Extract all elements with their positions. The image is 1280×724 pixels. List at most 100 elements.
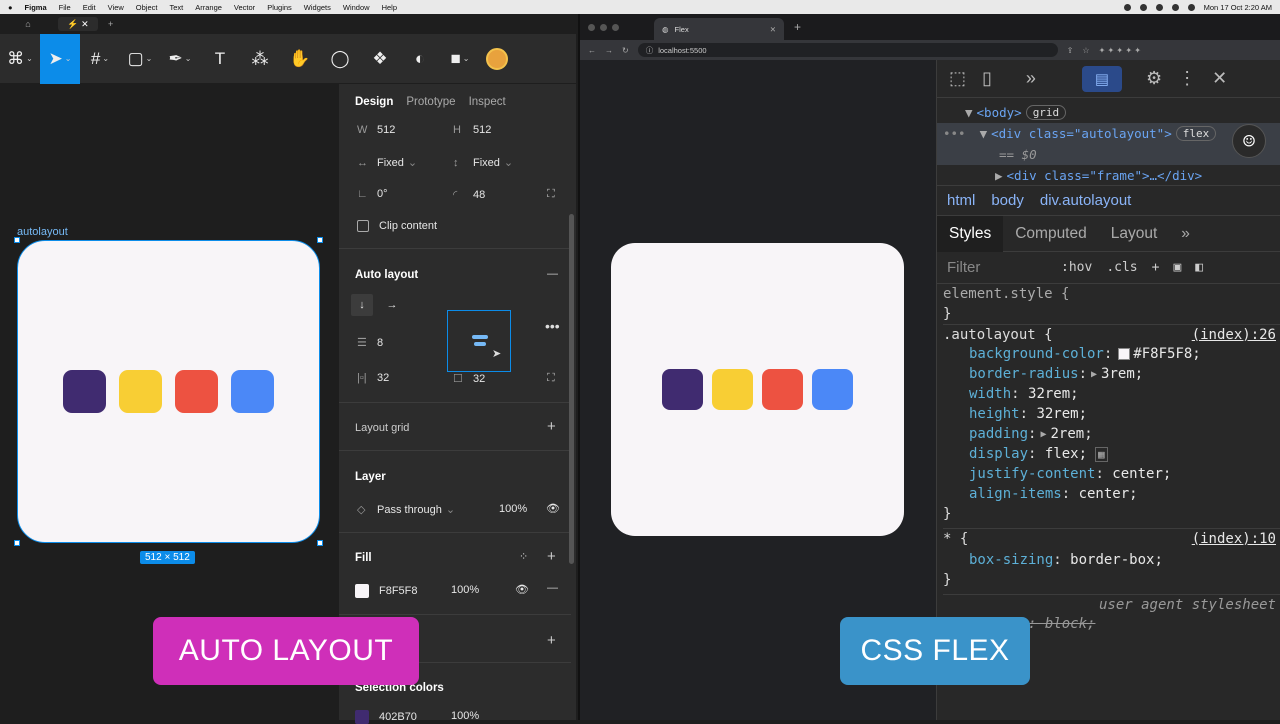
css-declaration[interactable]: align-items: center; — [943, 484, 1280, 504]
search-icon[interactable] — [1187, 3, 1195, 11]
expand-arrow-icon[interactable]: ▶ — [1040, 429, 1046, 440]
blue-square[interactable] — [231, 370, 274, 413]
zoom-window-icon[interactable] — [612, 23, 619, 31]
bluetooth-icon[interactable] — [1155, 3, 1163, 11]
radius-field[interactable]: 48 — [473, 189, 485, 201]
hov-toggle[interactable]: :hov — [1061, 260, 1092, 275]
expand-arrow-icon[interactable]: ▶ — [1091, 369, 1097, 380]
prop-name[interactable]: display — [943, 446, 1028, 462]
style-grid-icon[interactable]: ⁘ — [519, 550, 528, 563]
inspect-element-icon[interactable]: ⬚ — [949, 68, 966, 89]
close-devtools-icon[interactable]: ✕ — [1212, 68, 1227, 89]
clip-content-checkbox[interactable] — [357, 220, 369, 232]
kebab-menu-icon[interactable]: ⋮ — [1178, 68, 1196, 89]
menu-edit[interactable]: Edit — [83, 3, 96, 12]
css-declaration[interactable]: padding: ▶ 2rem; — [943, 424, 1280, 444]
prop-value[interactable]: 32rem; — [1036, 406, 1087, 422]
prop-value[interactable]: 2rem; — [1050, 426, 1092, 442]
resize-handle[interactable] — [317, 237, 323, 243]
extensions-icon[interactable]: ✦ ✦ ✦ ✦ ✦ — [1099, 46, 1141, 55]
prop-value[interactable]: center; — [1112, 466, 1171, 482]
body-node[interactable]: ▼ <body> grid — [937, 102, 1280, 123]
blend-mode-select[interactable]: Pass through — [377, 504, 442, 516]
resources-icon[interactable]: ⁂ — [240, 34, 280, 84]
tab-computed[interactable]: Computed — [1003, 216, 1099, 252]
remove-auto-layout-icon[interactable]: — — [547, 268, 558, 280]
prop-name[interactable]: align-items — [943, 486, 1062, 502]
frame-node[interactable]: ▶ <div class="frame">…</div> — [937, 165, 1280, 186]
apple-icon[interactable]: ● — [8, 3, 13, 12]
horizontal-padding-field[interactable]: 32 — [377, 372, 389, 384]
crumb-body[interactable]: body — [991, 192, 1024, 209]
prop-name[interactable]: box-sizing — [943, 552, 1053, 568]
menu-help[interactable]: Help — [382, 3, 397, 12]
menu-object[interactable]: Object — [136, 3, 158, 12]
chevron-down-icon[interactable]: ⌄ — [408, 156, 417, 169]
add-fill-icon[interactable]: + — [547, 548, 556, 565]
yellow-square[interactable] — [712, 369, 753, 410]
height-field[interactable]: 512 — [473, 124, 491, 136]
boolean-icon[interactable]: ■ ⌄ — [440, 34, 480, 84]
autolayout-selector[interactable]: .autolayout { — [943, 327, 1053, 343]
more-options-icon[interactable]: ••• — [545, 318, 560, 334]
reload-icon[interactable]: ↻ — [622, 46, 629, 55]
bookmark-star-icon[interactable]: ☆ — [1082, 46, 1089, 55]
individual-padding-icon[interactable]: ⛶ — [547, 372, 555, 385]
css-declaration[interactable]: background-color: #F8F5F8; — [943, 344, 1280, 364]
tab-layout[interactable]: Layout — [1099, 216, 1170, 252]
flex-badge[interactable]: flex — [1175, 126, 1217, 141]
pen-tool-icon[interactable]: ✒ ⌄ — [160, 34, 200, 84]
css-declaration[interactable]: border-radius: ▶ 3rem; — [943, 364, 1280, 384]
new-tab-icon[interactable]: + — [108, 19, 113, 29]
chevron-down-icon[interactable]: ⌄ — [446, 503, 455, 516]
text-tool-icon[interactable]: T — [200, 34, 240, 84]
menu-vector[interactable]: Vector — [234, 3, 255, 12]
blue-square[interactable] — [812, 369, 853, 410]
new-tab-icon[interactable]: + — [794, 20, 801, 34]
grid-badge[interactable]: grid — [1025, 105, 1067, 120]
universal-selector[interactable]: * { — [943, 531, 968, 547]
prop-name[interactable]: background-color — [943, 346, 1104, 362]
resize-handle[interactable] — [14, 237, 20, 243]
css-declaration[interactable]: width: 32rem; — [943, 384, 1280, 404]
menu-widgets[interactable]: Widgets — [304, 3, 331, 12]
tab-design[interactable]: Design — [355, 96, 393, 108]
menu-text[interactable]: Text — [169, 3, 183, 12]
add-stroke-icon[interactable]: + — [547, 632, 556, 649]
css-declaration[interactable]: height: 32rem; — [943, 404, 1280, 424]
purple-square[interactable] — [63, 370, 106, 413]
expand-arrow-icon[interactable]: ▼ — [980, 126, 988, 141]
new-rule-icon[interactable]: + — [1152, 260, 1160, 275]
components-icon[interactable]: ❖ — [360, 34, 400, 84]
menu-arrange[interactable]: Arrange — [195, 3, 222, 12]
css-declaration[interactable]: justify-content: center; — [943, 464, 1280, 484]
prop-name[interactable]: width — [943, 386, 1011, 402]
flexbox-editor-icon[interactable]: ▦ — [1095, 446, 1108, 462]
browser-tab[interactable]: ◍ Flex ✕ — [654, 18, 784, 40]
wifi-icon[interactable] — [1171, 3, 1179, 11]
rotation-field[interactable]: 0° — [377, 188, 388, 200]
spacing-field[interactable]: 8 — [377, 337, 383, 349]
share-icon[interactable]: ⇪ — [1067, 46, 1074, 55]
crumb-autolayout[interactable]: div.autolayout — [1040, 192, 1131, 209]
comment-tool-icon[interactable]: ◯ — [320, 34, 360, 84]
paint-icon[interactable]: ▣ — [1173, 260, 1181, 275]
red-square[interactable] — [762, 369, 803, 410]
prop-name[interactable]: padding — [943, 426, 1028, 442]
clock[interactable]: Mon 17 Oct 2:20 AM — [1204, 3, 1272, 12]
eye-icon[interactable]: 👁 — [546, 502, 560, 515]
independent-corners-icon[interactable]: ⛶ — [547, 188, 555, 201]
color-swatch[interactable] — [1118, 348, 1131, 360]
horizontal-constraint-select[interactable]: Fixed — [377, 157, 404, 169]
fill-hex-field[interactable]: F8F5F8 — [379, 585, 418, 597]
device-toolbar-icon[interactable]: ▯ — [982, 68, 992, 89]
tab-inspect[interactable]: Inspect — [469, 96, 506, 108]
frame-tool-icon[interactable]: # ⌄ — [80, 34, 120, 84]
fill-opacity-field[interactable]: 100% — [451, 584, 479, 596]
autolayout-frame[interactable] — [17, 240, 320, 543]
settings-gear-icon[interactable]: ⚙ — [1146, 68, 1162, 89]
filter-input[interactable]: Filter — [947, 259, 1047, 276]
prop-value[interactable]: #F8F5F8; — [1133, 346, 1200, 362]
chevron-down-icon[interactable]: ⌄ — [504, 156, 513, 169]
home-tab-icon[interactable]: ⌂ — [8, 17, 48, 31]
